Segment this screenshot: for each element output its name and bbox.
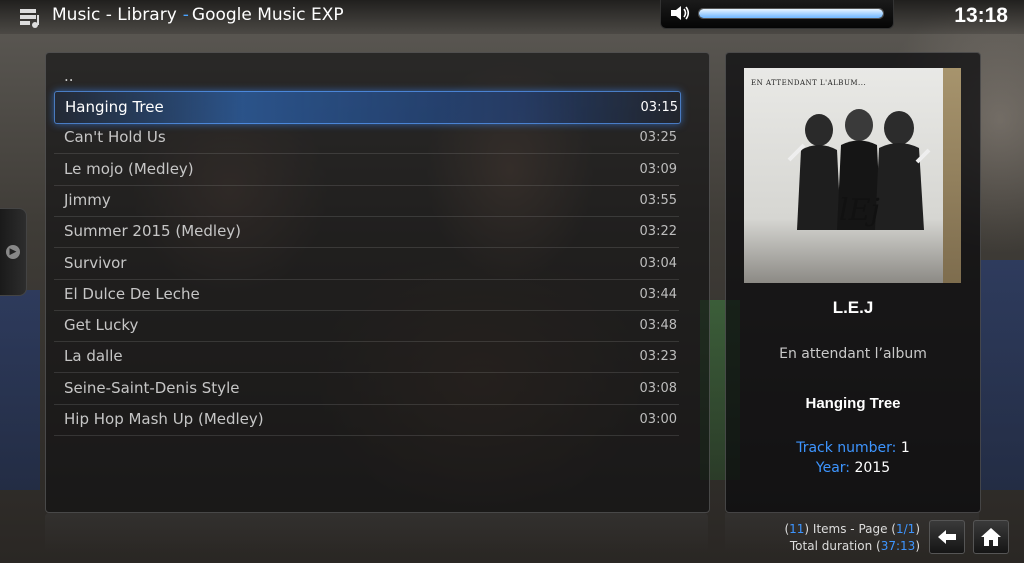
track-duration: 03:22 [639,224,677,240]
header-bar: Music - Library - Google Music EXP 13:18 [0,0,1024,34]
year: Year: 2015 [726,460,980,476]
back-button[interactable] [929,520,965,554]
track-number: Track number: 1 [726,440,980,456]
track-title: Hip Hop Mash Up (Medley) [64,410,264,428]
paren: ) [915,539,920,553]
album-art-detail [943,68,961,283]
year-label: Year: [815,460,851,476]
track-title: Hanging Tree [65,98,164,116]
addon-title: Google Music EXP [191,5,344,25]
total-duration: 37:13 [880,539,916,553]
track-row[interactable]: Survivor 03:04 [54,248,679,280]
track-duration: 03:15 [640,100,678,115]
track-row[interactable]: La dalle 03:23 [54,341,679,374]
track-title: Survivor [64,253,127,272]
track-title: Jimmy [64,190,111,209]
window-title: Music - Library - Google Music EXP [52,5,344,25]
track-title: La dalle [64,347,123,366]
track-title: Summer 2015 (Medley) [64,222,242,241]
music-library-icon [20,9,39,28]
track-duration: 03:08 [639,380,677,396]
side-menu-tab[interactable]: ▶ [0,208,27,296]
track-duration: 03:25 [639,130,677,146]
items-count: 11 [789,522,805,536]
track-row[interactable]: Hip Hop Mash Up (Medley) 03:00 [54,404,679,436]
total-duration-label: Total duration ( [789,539,881,553]
track-row[interactable]: Summer 2015 (Medley) 03:22 [54,216,679,249]
track-duration: 03:00 [639,412,677,427]
volume-slider-fill [699,9,883,18]
track-info-panel: EN ATTENDANT L'ALBUM... lEj L.E.J En att… [725,52,981,513]
track-list-panel: .. Hanging Tree 03:15 Can't Hold Us 03:25 Le… [45,52,710,513]
track-duration: 03:55 [639,192,677,208]
background-detail [980,260,1024,490]
track-duration: 03:04 [639,255,677,271]
home-icon [981,528,1001,546]
track-number-value: 1 [900,440,910,456]
clock: 13:18 [954,4,1008,27]
track-title: Get Lucky [64,316,139,335]
items-count-line: (11) Items - Page (1/1) [784,521,920,538]
album-art-caption: EN ATTENDANT L'ALBUM... [751,79,867,87]
track-title: Seine-Saint-Denis Style [64,378,240,397]
paren: ) [915,522,920,536]
page-indicator: 1/1 [896,522,916,536]
background-detail [0,290,40,490]
album-art: EN ATTENDANT L'ALBUM... lEj [744,68,961,283]
back-arrow-icon [938,530,956,544]
artist-name: L.E.J [832,298,874,317]
play-circle-icon: ▶ [6,245,20,259]
total-duration-line: Total duration (37:13) [784,538,920,555]
track-row[interactable]: Can't Hold Us 03:25 [54,122,679,155]
track-title: El Dulce De Leche [64,284,200,303]
track-row[interactable]: Seine-Saint-Denis Style 03:08 [54,373,679,405]
section-title: Music - Library [52,5,177,25]
track-duration: 03:48 [639,318,677,334]
title-separator: - [182,5,189,25]
track-row[interactable]: Hanging Tree 03:15 [54,91,681,124]
track-row[interactable]: Get Lucky 03:48 [54,310,679,343]
year-value: 2015 [854,460,891,476]
track-row[interactable]: El Dulce De Leche 03:44 [54,279,679,311]
parent-folder-item[interactable]: .. [64,67,74,85]
track-title: Le mojo (Medley) [64,159,194,178]
track-duration: 03:09 [639,161,677,177]
track-duration: 03:23 [639,349,677,365]
panel-reflection [45,513,708,553]
album-art-logo: lEj [839,193,880,228]
track-number-label: Track number: [796,440,897,456]
list-summary: (11) Items - Page (1/1) Total duration (… [784,521,920,555]
track-row[interactable]: Le mojo (Medley) 03:09 [54,154,679,186]
volume-slider[interactable] [698,8,884,19]
track-title: Can't Hold Us [64,128,166,147]
home-button[interactable] [973,520,1009,554]
song-title: Hanging Tree [805,395,901,412]
album-name: En attendant l’album [779,346,927,362]
items-text: ) Items - Page ( [804,522,896,536]
speaker-icon[interactable] [669,4,691,22]
track-row[interactable]: Jimmy 03:55 [54,185,679,217]
track-duration: 03:44 [639,286,677,302]
volume-panel [660,0,894,29]
